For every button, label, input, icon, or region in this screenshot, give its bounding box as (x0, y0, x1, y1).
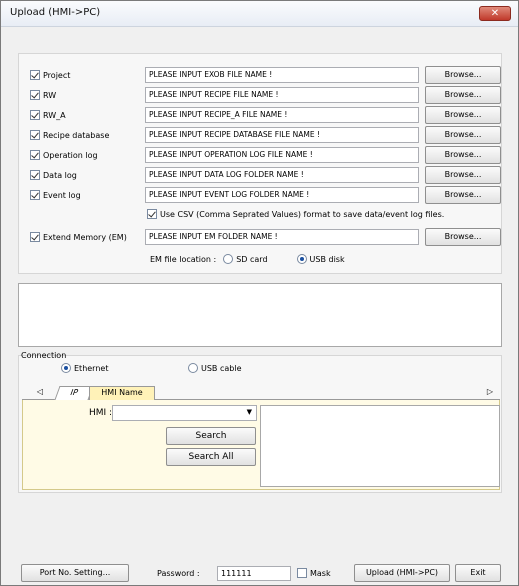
file-name-field[interactable]: PLEASE INPUT RECIPE FILE NAME ! (145, 87, 419, 103)
chevron-down-icon: ▼ (246, 408, 252, 416)
tab-ip[interactable]: IP (54, 386, 94, 400)
file-row-checkbox[interactable]: Data log (30, 168, 77, 182)
browse-button[interactable]: Browse... (425, 146, 501, 164)
file-row-checkbox[interactable]: Recipe database (30, 128, 109, 142)
ethernet-label: Ethernet (74, 363, 109, 373)
connection-ethernet[interactable]: Ethernet (61, 363, 108, 373)
file-name-field[interactable]: PLEASE INPUT EXOB FILE NAME ! (145, 67, 419, 83)
row-label: RW_A (43, 110, 66, 120)
em-folder-field[interactable]: PLEASE INPUT EM FOLDER NAME ! (145, 229, 419, 245)
connection-label: Connection (21, 351, 67, 360)
row-label: RW (43, 90, 57, 100)
em-checkbox-row[interactable]: Extend Memory (EM) (30, 230, 127, 244)
mask-label: Mask (310, 568, 331, 578)
row-label: Recipe database (43, 130, 110, 140)
file-name-field[interactable]: PLEASE INPUT RECIPE DATABASE FILE NAME ! (145, 127, 419, 143)
browse-button[interactable]: Browse... (425, 126, 501, 144)
row-checkbox[interactable] (30, 90, 40, 100)
file-row-checkbox[interactable]: RW (30, 88, 56, 102)
em-checkbox[interactable] (30, 232, 40, 242)
csv-label: Use CSV (Comma Seprated Values) format t… (160, 209, 445, 219)
close-button[interactable]: ✕ (479, 6, 511, 21)
tab-prev-icon[interactable]: ◁ (35, 386, 45, 400)
row-checkbox[interactable] (30, 150, 40, 160)
file-row-checkbox[interactable]: Operation log (30, 148, 98, 162)
hmi-combo[interactable]: ▼ (112, 405, 257, 421)
hmi-list[interactable] (260, 405, 500, 487)
radio-usb-cable[interactable] (188, 363, 198, 373)
file-name-field[interactable]: PLEASE INPUT DATA LOG FOLDER NAME ! (145, 167, 419, 183)
file-name-field[interactable]: PLEASE INPUT OPERATION LOG FILE NAME ! (145, 147, 419, 163)
file-name-field[interactable]: PLEASE INPUT RECIPE_A FILE NAME ! (145, 107, 419, 123)
row-label: Data log (43, 170, 77, 180)
file-row-checkbox[interactable]: RW_A (30, 108, 66, 122)
row-label: Event log (43, 190, 81, 200)
browse-button[interactable]: Browse... (425, 186, 501, 204)
mask-option[interactable]: Mask (297, 568, 331, 578)
exit-button[interactable]: Exit (455, 564, 501, 582)
tab-hmi-name[interactable]: HMI Name (89, 386, 155, 400)
file-name-field[interactable]: PLEASE INPUT EVENT LOG FOLDER NAME ! (145, 187, 419, 203)
row-checkbox[interactable] (30, 110, 40, 120)
password-field[interactable]: 111111 (217, 566, 291, 581)
message-log (18, 283, 502, 347)
sd-card-label: SD card (236, 254, 268, 264)
search-button[interactable]: Search (166, 427, 256, 445)
tab-next-icon[interactable]: ▷ (485, 386, 495, 400)
file-row-checkbox[interactable]: Event log (30, 188, 81, 202)
browse-button[interactable]: Browse... (425, 166, 501, 184)
upload-dialog: Upload (HMI->PC) ✕ Project PLEASE INPUT E… (0, 0, 519, 586)
close-icon: ✕ (490, 8, 500, 19)
connection-usb[interactable]: USB cable (188, 363, 242, 373)
row-checkbox[interactable] (30, 190, 40, 200)
file-row-checkbox[interactable]: Project (30, 68, 70, 82)
browse-button[interactable]: Browse... (425, 66, 501, 84)
port-setting-button[interactable]: Port No. Setting... (21, 564, 129, 582)
upload-button[interactable]: Upload (HMI->PC) (354, 564, 450, 582)
csv-option[interactable]: Use CSV (Comma Seprated Values) format t… (147, 209, 444, 219)
row-checkbox[interactable] (30, 70, 40, 80)
csv-checkbox[interactable] (147, 209, 157, 219)
hmi-label: HMI : (89, 408, 113, 418)
row-label: Operation log (43, 150, 98, 160)
radio-usb-disk[interactable] (296, 254, 307, 264)
browse-button[interactable]: Browse... (425, 106, 501, 124)
window-title: Upload (HMI->PC) (10, 7, 101, 18)
row-checkbox[interactable] (30, 130, 40, 140)
em-location: EM file location : SD card USB disk (150, 254, 345, 264)
mask-checkbox[interactable] (297, 568, 307, 578)
password-label: Password : (157, 569, 200, 578)
row-checkbox[interactable] (30, 170, 40, 180)
radio-sd-card[interactable] (223, 254, 234, 264)
title-bar: Upload (HMI->PC) ✕ (1, 1, 518, 27)
usb-disk-label: USB disk (309, 254, 345, 264)
em-label: Extend Memory (EM) (43, 232, 127, 242)
radio-ethernet[interactable] (61, 363, 71, 373)
em-location-label: EM file location : (150, 254, 217, 264)
search-all-button[interactable]: Search All (166, 448, 256, 466)
row-label: Project (43, 70, 71, 80)
browse-button[interactable]: Browse... (425, 86, 501, 104)
em-browse-button[interactable]: Browse... (425, 228, 501, 246)
usb-cable-label: USB cable (201, 363, 242, 373)
